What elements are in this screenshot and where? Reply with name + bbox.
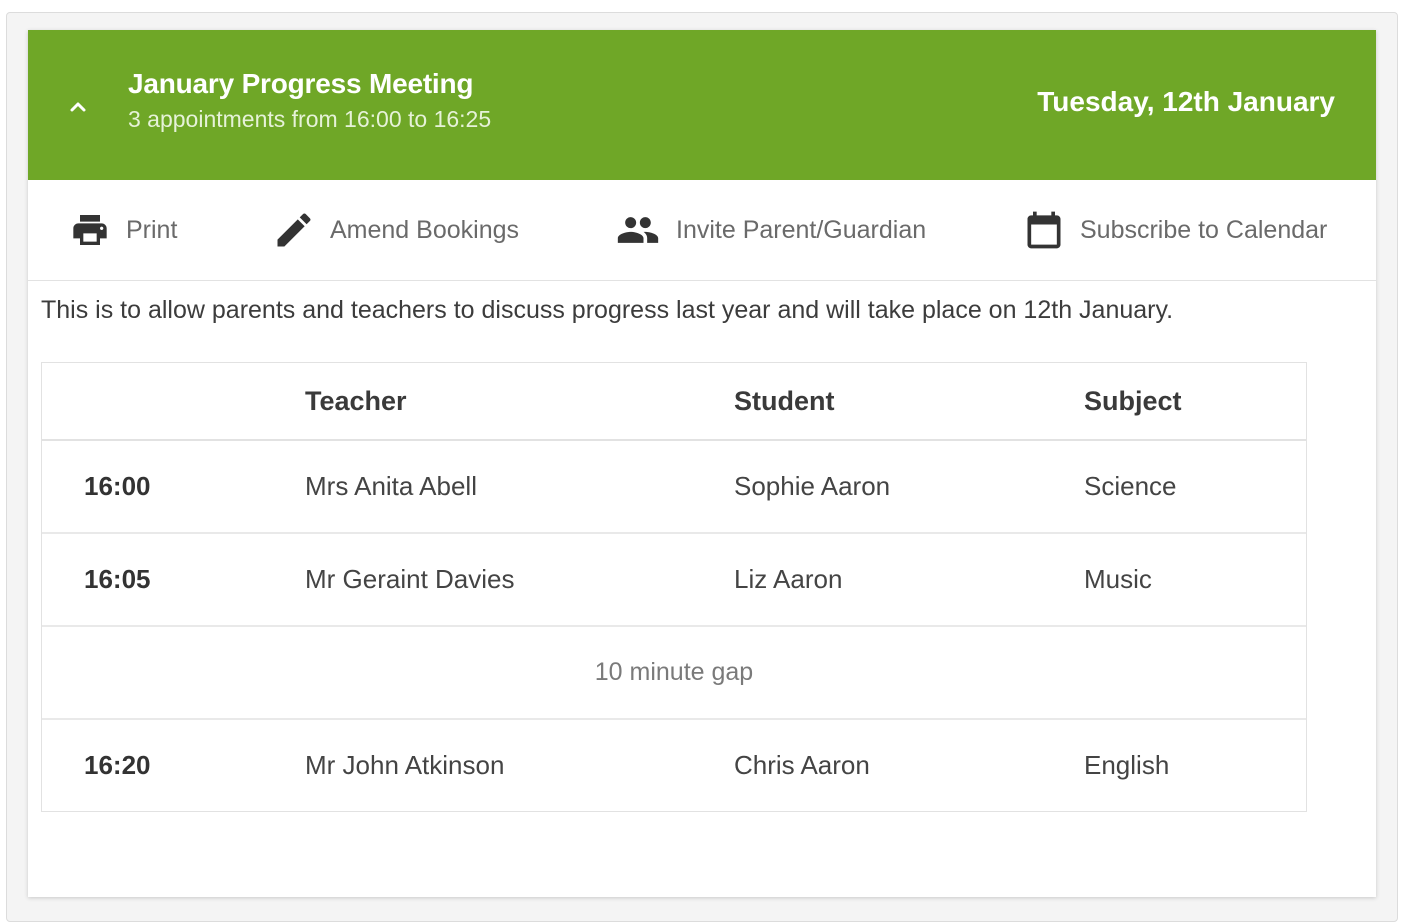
amend-bookings-label: Amend Bookings xyxy=(330,215,520,244)
meeting-date: Tuesday, 12th January xyxy=(1037,86,1335,117)
people-icon xyxy=(614,208,662,252)
appointments-table: Teacher Student Subject 16:00 Mrs Anita … xyxy=(41,362,1307,812)
calendar-icon xyxy=(1022,206,1066,254)
student-name: Sophie Aaron xyxy=(734,471,891,501)
amend-bookings-button[interactable]: Amend Bookings xyxy=(272,180,519,280)
teacher-name: Mr Geraint Davies xyxy=(305,564,515,594)
teacher-name: Mrs Anita Abell xyxy=(305,471,477,501)
appointment-time: 16:20 xyxy=(84,750,151,780)
subject-name: Music xyxy=(1084,564,1152,594)
gap-label: 10 minute gap xyxy=(594,658,754,686)
print-button[interactable]: Print xyxy=(68,180,177,280)
meeting-description: This is to allow parents and teachers to… xyxy=(41,296,1174,324)
action-toolbar: Print Amend Bookings Invite Parent/Guard… xyxy=(28,180,1376,281)
appointment-time: 16:00 xyxy=(84,471,151,501)
meeting-title: January Progress Meeting xyxy=(128,68,474,99)
subscribe-calendar-button[interactable]: Subscribe to Calendar xyxy=(1022,180,1327,280)
table-header: Teacher Student Subject xyxy=(42,363,1306,441)
chevron-up-icon[interactable] xyxy=(58,87,98,127)
meeting-subtitle: 3 appointments from 16:00 to 16:25 xyxy=(128,106,492,132)
subscribe-calendar-label: Subscribe to Calendar xyxy=(1080,215,1328,244)
printer-icon xyxy=(68,210,112,250)
table-row: 16:05 Mr Geraint Davies Liz Aaron Music xyxy=(42,534,1306,627)
pencil-icon xyxy=(272,208,316,252)
table-row: 16:20 Mr John Atkinson Chris Aaron Engli… xyxy=(42,720,1306,811)
student-name: Chris Aaron xyxy=(734,750,870,780)
table-row: 16:00 Mrs Anita Abell Sophie Aaron Scien… xyxy=(42,441,1306,534)
subject-name: English xyxy=(1084,750,1170,780)
student-name: Liz Aaron xyxy=(734,564,843,594)
header-subject: Subject xyxy=(1084,385,1182,416)
header-teacher: Teacher xyxy=(305,385,407,416)
appointment-time: 16:05 xyxy=(84,564,151,594)
invite-parent-button[interactable]: Invite Parent/Guardian xyxy=(614,180,926,280)
print-label: Print xyxy=(126,215,178,244)
invite-parent-label: Invite Parent/Guardian xyxy=(676,215,927,244)
subject-name: Science xyxy=(1084,471,1177,501)
header-student: Student xyxy=(734,385,835,416)
teacher-name: Mr John Atkinson xyxy=(305,750,505,780)
gap-row: 10 minute gap xyxy=(42,627,1306,720)
meeting-header: January Progress Meeting 3 appointments … xyxy=(28,30,1376,180)
